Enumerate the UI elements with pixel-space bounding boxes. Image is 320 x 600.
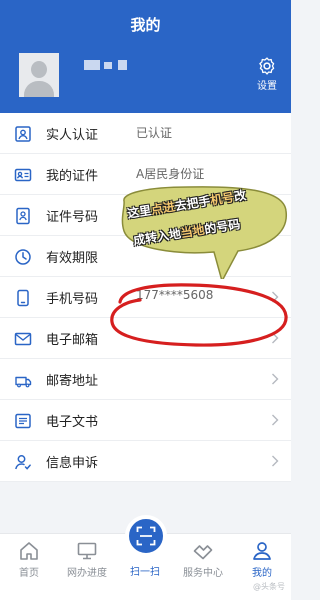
tab-mine[interactable]: 我的 <box>233 534 291 579</box>
service-icon <box>193 545 213 560</box>
tab-progress[interactable]: 网办进度 <box>58 534 116 579</box>
tab-label: 我的 <box>252 568 272 579</box>
tab-service-center[interactable]: 服务中心 <box>174 534 232 579</box>
tab-label: 首页 <box>19 568 39 579</box>
watermark: @头条号 <box>253 582 285 591</box>
scan-button[interactable] <box>125 515 167 557</box>
tab-home[interactable]: 首页 <box>0 534 58 579</box>
scan-icon <box>136 526 156 546</box>
person-icon <box>253 542 271 560</box>
tab-label: 服务中心 <box>183 568 223 579</box>
red-circle-annotation <box>110 283 288 347</box>
tab-label: 网办进度 <box>67 568 107 579</box>
monitor-icon <box>77 542 97 560</box>
tab-label: 扫一扫 <box>130 567 160 578</box>
home-icon <box>20 542 38 560</box>
